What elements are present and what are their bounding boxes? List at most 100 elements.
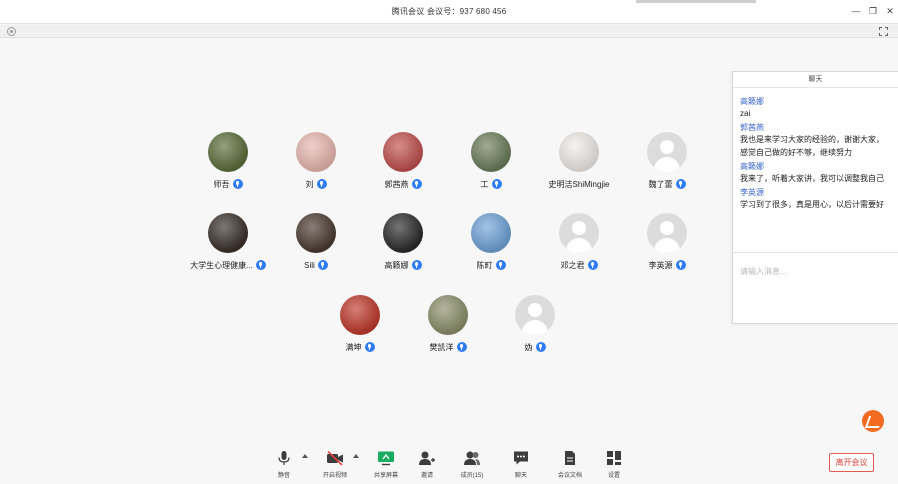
participant-tile[interactable]: Sili bbox=[266, 213, 366, 273]
participant-tile[interactable]: 魏了蕾 bbox=[617, 132, 717, 192]
participant-tile[interactable]: 大学生心理健康... bbox=[178, 213, 278, 273]
chat-sender[interactable]: 高籁娜 bbox=[740, 161, 898, 172]
participant-name: 邓之君 bbox=[560, 260, 585, 270]
participant-tile[interactable]: 陈町 bbox=[441, 213, 541, 273]
participant-name: 高籁娜 bbox=[384, 260, 409, 270]
mic-status-icon bbox=[317, 260, 328, 270]
participant-tile[interactable]: 师吾 bbox=[178, 132, 278, 192]
start-video-button[interactable]: 开启视频 bbox=[313, 448, 357, 482]
mic-status-icon bbox=[232, 179, 243, 189]
participant-name-row: 魏了蕾 bbox=[617, 178, 717, 190]
mic-status-icon bbox=[364, 342, 375, 352]
participant-name: 史明洁ShiMingjie bbox=[548, 179, 610, 189]
participant-avatar bbox=[208, 132, 248, 172]
chat-sender[interactable]: 李英源 bbox=[740, 187, 898, 198]
meeting-window: 腾讯会议 会议号：937 680 456 — ❐ ✕ 师吾刘郭茜燕工史明洁Shi… bbox=[0, 0, 898, 484]
participant-name: 郭茜燕 bbox=[384, 179, 409, 189]
mic-status-icon bbox=[491, 179, 502, 189]
participant-avatar bbox=[515, 295, 555, 335]
mic-status-icon bbox=[535, 342, 546, 352]
settings-label: 设置 bbox=[607, 473, 620, 479]
minimize-button[interactable]: — bbox=[850, 5, 862, 17]
participant-tile[interactable]: 邓之君 bbox=[529, 213, 629, 273]
mic-status-icon bbox=[495, 260, 506, 270]
participant-name: 陈町 bbox=[476, 260, 493, 270]
participant-avatar bbox=[208, 213, 248, 253]
chat-message-text: zai bbox=[740, 109, 751, 118]
participant-name-row: 陈町 bbox=[441, 259, 541, 271]
participant-name-row: 工 bbox=[441, 178, 541, 190]
mute-button[interactable]: 静音 bbox=[262, 448, 306, 482]
participant-avatar bbox=[296, 213, 336, 253]
mic-status-icon bbox=[255, 260, 266, 270]
settings-button[interactable]: 设置 bbox=[592, 448, 636, 482]
participant-name: Sili bbox=[304, 260, 315, 270]
participant-avatar bbox=[559, 213, 599, 253]
participant-avatar bbox=[383, 213, 423, 253]
participant-avatar bbox=[340, 295, 380, 335]
mic-status-icon bbox=[456, 342, 467, 352]
participant-name-row: 邓之君 bbox=[529, 259, 629, 271]
participant-avatar bbox=[471, 213, 511, 253]
participant-name-row: Sili bbox=[266, 259, 366, 271]
share-screen-button[interactable]: 共享屏幕 bbox=[364, 448, 408, 482]
participant-tile[interactable]: 工 bbox=[441, 132, 541, 192]
participant-name: 樊凯洋 bbox=[429, 342, 454, 352]
meeting-docs-button[interactable]: 会议文档 bbox=[548, 448, 592, 482]
chat-divider bbox=[733, 252, 898, 253]
participant-tile[interactable]: 满坤 bbox=[310, 295, 410, 355]
tencent-meeting-logo-icon[interactable] bbox=[862, 410, 884, 432]
mic-status-icon bbox=[675, 179, 686, 189]
participant-name: 师吾 bbox=[213, 179, 230, 189]
invite-label: 邀请 bbox=[420, 473, 433, 479]
participant-name-row: 刘 bbox=[266, 178, 366, 190]
start-video-label: 开启视频 bbox=[322, 473, 347, 479]
participant-avatar bbox=[428, 295, 468, 335]
meeting-info-bar bbox=[0, 25, 898, 38]
participant-name-row: 师吾 bbox=[178, 178, 278, 190]
chat-message-text: 我来了，听着大家讲，我可以调整我自己 bbox=[740, 174, 884, 183]
chat-message-text: 学习到了很多，真是用心，以后计需要好 bbox=[740, 200, 884, 209]
video-options-caret[interactable] bbox=[353, 454, 359, 458]
meeting-docs-label: 会议文档 bbox=[557, 473, 582, 479]
participant-avatar bbox=[559, 132, 599, 172]
chat-sender[interactable]: 郭茜燕 bbox=[740, 122, 898, 133]
participant-tile[interactable]: 樊凯洋 bbox=[398, 295, 498, 355]
settings-icon bbox=[607, 451, 621, 465]
chat-message-list: 高籁娜 zai 郭茜燕 我也是来学习大家的经验的，谢谢大家， 感觉自己做的好不够，继续努… bbox=[740, 94, 898, 211]
meeting-info-icon[interactable] bbox=[7, 27, 16, 36]
participant-tile[interactable]: 刘 bbox=[266, 132, 366, 192]
video-off-icon bbox=[327, 450, 343, 466]
participant-name: 魏了蕾 bbox=[648, 179, 673, 189]
members-icon bbox=[464, 451, 480, 465]
mute-label: 静音 bbox=[277, 473, 290, 479]
participant-tile[interactable]: 妫 bbox=[485, 295, 585, 355]
participant-name: 刘 bbox=[305, 179, 314, 189]
participant-tile[interactable]: 郭茜燕 bbox=[353, 132, 453, 192]
chat-panel: 聊天 高籁娜 zai 郭茜燕 我也是来学习大家的经验的，谢谢大家， 感觉自己做的好不够，… bbox=[732, 71, 898, 324]
chat-input[interactable] bbox=[740, 264, 895, 278]
participant-avatar bbox=[383, 132, 423, 172]
participant-avatar bbox=[647, 132, 687, 172]
share-screen-label: 共享屏幕 bbox=[373, 473, 398, 479]
mic-options-caret[interactable] bbox=[302, 454, 308, 458]
bottom-toolbar: 静音 开启视频 共享屏幕 邀请 成员(15) 聊天 会议文档 设置 bbox=[0, 444, 898, 484]
leave-meeting-button[interactable]: 离开会议 bbox=[829, 453, 874, 472]
close-button[interactable]: ✕ bbox=[884, 5, 896, 17]
invite-button[interactable]: 邀请 bbox=[405, 448, 449, 482]
participant-tile[interactable]: 李英源 bbox=[617, 213, 717, 273]
window-title: 腾讯会议 会议号：937 680 456 bbox=[391, 7, 507, 16]
participant-tile[interactable]: 高籁娜 bbox=[353, 213, 453, 273]
popup-edge bbox=[636, 0, 756, 3]
mic-status-icon bbox=[675, 260, 686, 270]
participant-tile[interactable]: 史明洁ShiMingjie bbox=[529, 132, 629, 192]
share-screen-icon bbox=[378, 451, 394, 466]
chat-sender[interactable]: 高籁娜 bbox=[740, 96, 898, 107]
chat-message-text: 我也是来学习大家的经验的，谢谢大家， bbox=[740, 135, 884, 144]
fullscreen-icon[interactable] bbox=[879, 27, 888, 36]
restore-button[interactable]: ❐ bbox=[867, 5, 879, 17]
members-label: 成员(15) bbox=[460, 473, 484, 479]
chat-button[interactable]: 聊天 bbox=[499, 448, 543, 482]
participant-avatar bbox=[647, 213, 687, 253]
members-button[interactable]: 成员(15) bbox=[450, 448, 494, 482]
